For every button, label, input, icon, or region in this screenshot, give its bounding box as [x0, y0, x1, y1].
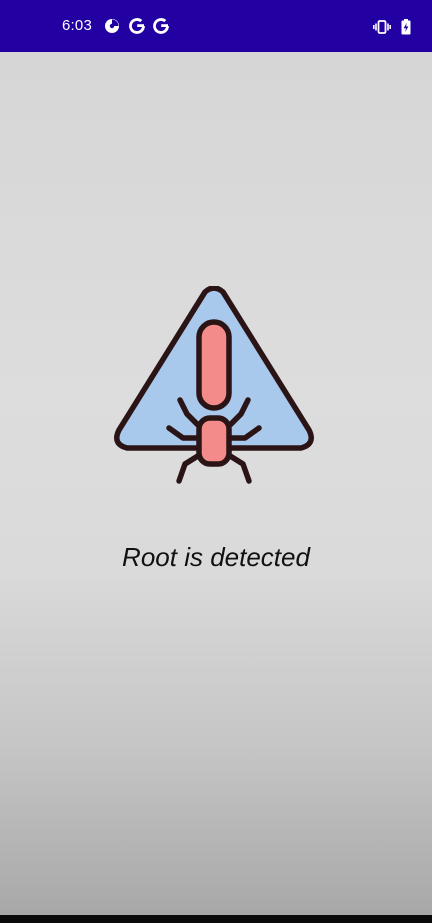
root-detected-message: Root is detected	[122, 542, 310, 572]
vibrate-icon	[373, 20, 391, 34]
google-g-icon	[153, 18, 170, 34]
status-bar: 6:03	[0, 0, 432, 52]
battery-charging-icon	[401, 19, 411, 35]
main-content: Root is detected	[0, 52, 432, 915]
navigation-bar	[0, 915, 432, 923]
google-g-icon	[129, 18, 146, 34]
pie-chart-icon	[104, 18, 120, 34]
root-warning-bug-icon	[114, 286, 314, 484]
status-time: 6:03	[62, 17, 92, 34]
